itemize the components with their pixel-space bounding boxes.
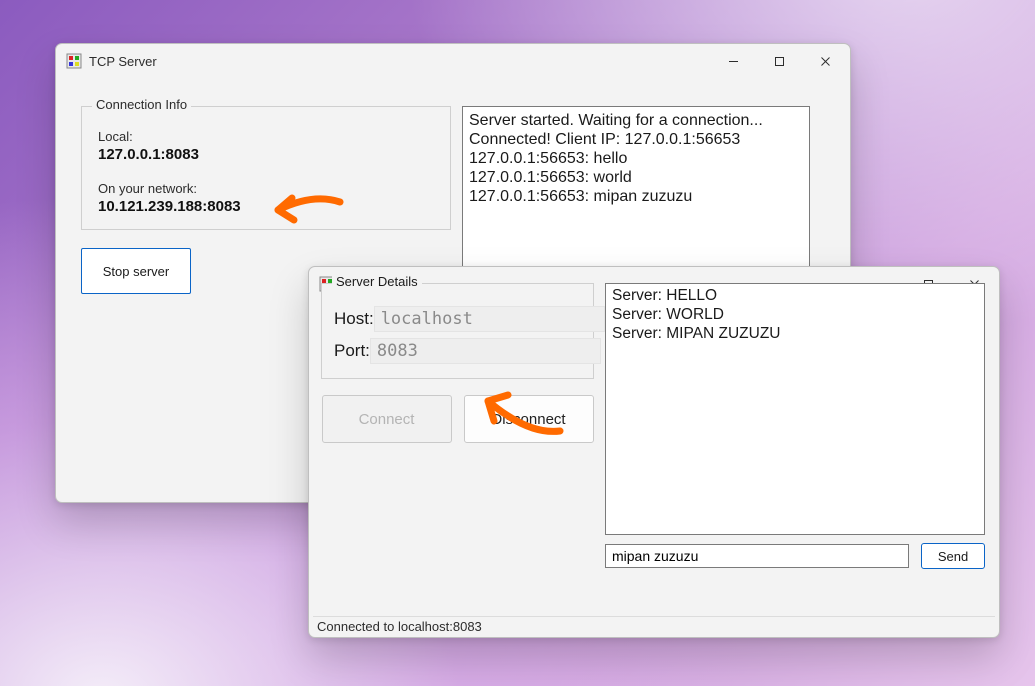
port-input[interactable] <box>370 338 601 364</box>
stop-server-label: Stop server <box>103 264 169 279</box>
tcp-client-window: TCP Client Server Details Host: <box>308 266 1000 638</box>
stop-server-button[interactable]: Stop server <box>81 248 191 294</box>
server-details-group: Server Details Host: Port: <box>321 283 594 379</box>
disconnect-label: Disconnect <box>491 411 565 428</box>
client-log-textbox[interactable]: Server: HELLO Server: WORLD Server: MIPA… <box>605 283 985 535</box>
connect-button[interactable]: Connect <box>322 395 452 443</box>
connection-info-group: Connection Info Local: 127.0.0.1:8083 On… <box>81 106 451 230</box>
client-status-text: Connected to localhost:8083 <box>317 619 482 634</box>
send-label: Send <box>938 549 968 564</box>
server-titlebar[interactable]: TCP Server <box>56 44 850 78</box>
local-address: 127.0.0.1:8083 <box>98 146 434 163</box>
connect-label: Connect <box>359 411 415 428</box>
server-window-title: TCP Server <box>89 54 157 69</box>
host-input[interactable] <box>374 306 605 332</box>
disconnect-button[interactable]: Disconnect <box>464 395 594 443</box>
network-address: 10.121.239.188:8083 <box>98 198 434 215</box>
minimize-button[interactable] <box>710 45 756 77</box>
network-label: On your network: <box>98 181 434 196</box>
desktop-background: TCP Server Connection Info Local: 127.0.… <box>0 0 1035 686</box>
connection-info-legend: Connection Info <box>92 97 191 112</box>
close-button[interactable] <box>802 45 848 77</box>
local-label: Local: <box>98 129 434 144</box>
client-statusbar: Connected to localhost:8083 <box>313 616 995 636</box>
send-button[interactable]: Send <box>921 543 985 569</box>
server-details-legend: Server Details <box>332 274 422 289</box>
server-app-icon <box>66 53 82 69</box>
message-input[interactable] <box>605 544 909 568</box>
port-label: Port: <box>334 341 370 361</box>
host-label: Host: <box>334 309 374 329</box>
maximize-button[interactable] <box>756 45 802 77</box>
